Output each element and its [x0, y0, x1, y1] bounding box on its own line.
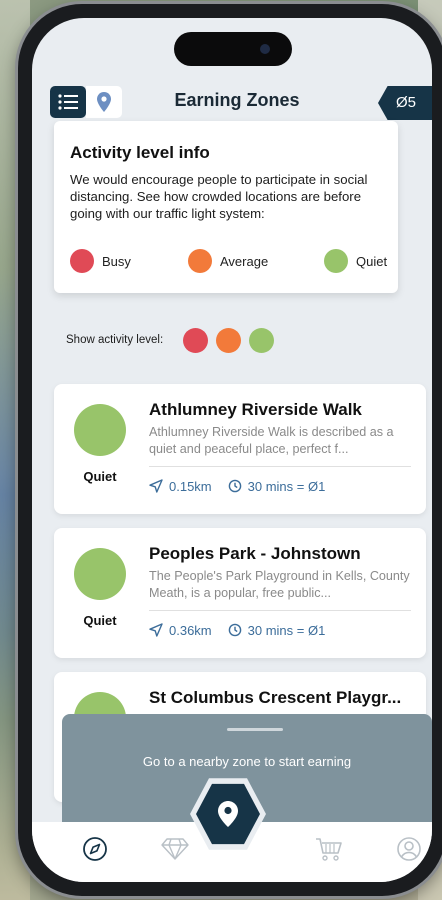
zone-card[interactable]: Quiet Peoples Park - Johnstown The Peopl…: [54, 528, 426, 658]
nav-profile[interactable]: [394, 834, 424, 864]
map-pin-icon: [97, 92, 111, 112]
page-title: Earning Zones: [174, 90, 300, 110]
nav-rewards[interactable]: [160, 834, 190, 864]
legend-quiet: Quiet: [324, 249, 387, 273]
zone-name: Peoples Park - Johnstown: [149, 544, 361, 563]
activity-info-text: We would encourage people to participate…: [70, 172, 368, 221]
legend-label-average: Average: [220, 253, 269, 269]
app-header: Earning Zones Ø5: [32, 74, 432, 124]
navigation-arrow-icon: [149, 479, 163, 493]
zone-name: Athlumney Riverside Walk: [149, 400, 362, 419]
zone-reward: 30 mins = Ø1: [247, 622, 326, 638]
phone-frame: Earning Zones Ø5 Activity level info We …: [18, 4, 442, 896]
activity-level-label: Quiet: [83, 613, 117, 628]
busy-dot: [70, 249, 94, 273]
activity-indicator: [74, 548, 126, 600]
legend-average: Average: [188, 249, 268, 273]
legend-label-busy: Busy: [102, 253, 131, 269]
timer-icon: [228, 623, 242, 637]
user-icon: [397, 837, 421, 861]
navigation-arrow-icon: [149, 623, 163, 637]
nav-explore[interactable]: [80, 834, 110, 864]
list-icon: [58, 94, 78, 110]
camera-icon: [260, 44, 270, 54]
quiet-dot: [324, 249, 348, 273]
zone-reward: 30 mins = Ø1: [247, 478, 326, 494]
app-screen: Earning Zones Ø5 Activity level info We …: [32, 18, 432, 882]
activity-level-label: Quiet: [83, 469, 117, 484]
legend-label-quiet: Quiet: [356, 253, 388, 269]
zone-distance: 0.36km: [169, 622, 212, 638]
zone-distance: 0.15km: [169, 478, 212, 494]
sheet-message: Go to a nearby zone to start earning: [142, 754, 352, 769]
filter-average-toggle[interactable]: [216, 327, 242, 353]
average-dot: [188, 249, 212, 273]
zone-description: The People's Park Playground in Kells, C…: [149, 569, 410, 600]
zone-name: St Columbus Crescent Playgr...: [149, 688, 402, 707]
zone-meta: 0.15km 30 mins = Ø1: [149, 476, 411, 496]
divider: [149, 466, 411, 467]
diamond-icon: [161, 838, 189, 860]
activity-filter-label: Show activity level:: [66, 334, 164, 346]
filter-quiet-toggle[interactable]: [249, 327, 275, 353]
zone-description: Athlumney Riverside Walk is described as…: [149, 425, 394, 456]
map-view-button[interactable]: [86, 86, 122, 118]
coin-balance-badge[interactable]: Ø5: [378, 86, 432, 120]
cart-icon: [316, 838, 342, 861]
sheet-drag-handle[interactable]: [227, 728, 283, 731]
activity-info-title: Activity level info: [70, 143, 210, 162]
list-view-button[interactable]: [50, 86, 86, 118]
zone-meta: 0.36km 30 mins = Ø1: [149, 620, 411, 640]
activity-legend: Busy Average Quiet: [70, 249, 390, 273]
dynamic-island: [174, 32, 292, 66]
legend-busy: Busy: [70, 249, 131, 273]
compass-icon: [83, 837, 107, 861]
map-pin-icon: [218, 801, 238, 827]
nav-shop[interactable]: [314, 834, 344, 864]
activity-filter: Show activity level:: [66, 326, 282, 354]
filter-busy-toggle[interactable]: [183, 327, 209, 353]
timer-icon: [228, 479, 242, 493]
divider: [149, 610, 411, 611]
activity-indicator: [74, 404, 126, 456]
activity-info-card: Activity level info We would encourage p…: [54, 121, 398, 293]
zone-card[interactable]: Quiet Athlumney Riverside Walk Athlumney…: [54, 384, 426, 514]
